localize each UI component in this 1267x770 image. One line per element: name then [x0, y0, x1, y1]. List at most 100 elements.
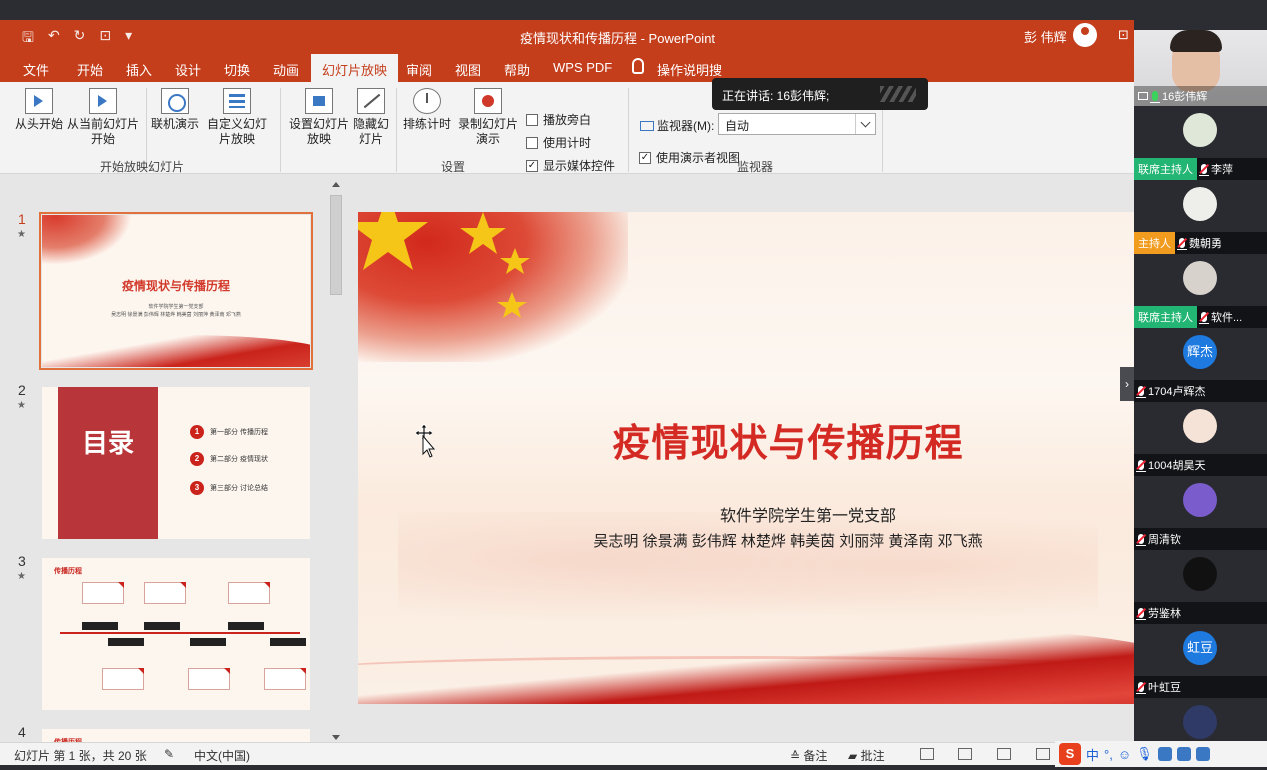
checkbox-box[interactable]: ✓ [526, 159, 538, 172]
emoji-icon[interactable]: ☺ [1118, 747, 1131, 762]
participant-video-hair [1170, 30, 1222, 52]
group-label-setup: 设置 [441, 160, 466, 174]
tell-me-search[interactable]: 操作说明搜 [657, 60, 722, 79]
chevron-down-icon[interactable] [855, 114, 875, 134]
checkbox-box[interactable]: ✓ [639, 151, 651, 164]
slide-sorter-icon[interactable] [958, 748, 972, 760]
scroll-down-icon[interactable] [332, 735, 340, 740]
tab-home[interactable]: 开始 [77, 60, 103, 79]
avatar [1183, 483, 1217, 517]
comments-button[interactable]: ▰ 批注 [848, 747, 885, 764]
tab-animations[interactable]: 动画 [273, 60, 299, 79]
participant-tile[interactable]: 1004胡昊天 [1134, 402, 1267, 476]
slide-number: 1 [18, 211, 26, 227]
participant-tile[interactable]: 16彭伟辉 [1134, 30, 1267, 106]
normal-view-icon[interactable] [920, 748, 934, 760]
ime-mode[interactable]: 中 [1086, 745, 1099, 764]
globe-icon [161, 88, 189, 114]
slide-title[interactable]: 疫情现状与传播历程 [588, 412, 988, 467]
collapse-sidebar-button[interactable]: › [1120, 367, 1134, 401]
scroll-up-icon[interactable] [332, 182, 340, 187]
reading-view-icon[interactable] [997, 748, 1011, 760]
keyboard-icon[interactable] [1157, 747, 1172, 761]
thumbnail-scrollbar[interactable] [328, 175, 344, 745]
skin-icon[interactable] [1176, 747, 1191, 761]
timeline-date [82, 622, 118, 630]
participant-tile[interactable]: 劳鉴林 [1134, 550, 1267, 624]
setup-icon [305, 88, 333, 114]
setup-slideshow-button[interactable]: 设置幻灯片放映 [288, 88, 350, 147]
spellcheck-icon[interactable]: ✎ [164, 747, 174, 761]
punct-mode[interactable]: °, [1104, 747, 1113, 762]
account-name[interactable]: 彭 伟辉 [1024, 27, 1067, 46]
account-avatar[interactable] [1073, 23, 1097, 47]
from-current-button[interactable]: 从当前幻灯片开始 [66, 88, 140, 147]
checkbox-box[interactable] [526, 113, 538, 126]
undo-icon[interactable]: ↶ [48, 27, 60, 51]
flag-graphic [42, 215, 132, 265]
customize-qat-icon[interactable]: ▾ [125, 27, 132, 51]
toc-title: 目录 [81, 428, 134, 458]
screen-share-icon [1138, 92, 1148, 100]
tab-file[interactable]: 文件 [23, 60, 49, 79]
tab-slideshow[interactable]: 幻灯片放映 [311, 54, 399, 82]
participant-bar: 16彭伟辉 [1134, 86, 1267, 106]
red-ribbon-graphic [358, 624, 1134, 704]
participant-tile[interactable]: 主持人 魏朝勇 [1134, 180, 1267, 254]
show-media-controls-checkbox[interactable]: ✓ 显示媒体控件 [526, 157, 615, 174]
record-slideshow-button[interactable]: 录制幻灯片演示 [454, 88, 522, 147]
tab-review[interactable]: 审阅 [406, 60, 432, 79]
timeline-box [144, 582, 186, 604]
participant-tile[interactable]: 辉杰 1704卢辉杰 [1134, 328, 1267, 402]
ribbon-display-icon[interactable]: ⊡ [1118, 27, 1129, 43]
save-icon[interactable]: 🖫 [22, 27, 34, 51]
tab-view[interactable]: 视图 [455, 60, 481, 79]
notes-button[interactable]: ≙ 备注 [790, 747, 827, 764]
language-indicator[interactable]: 中文(中国) [194, 747, 250, 764]
tab-help[interactable]: 帮助 [504, 60, 530, 79]
toolbox-icon[interactable] [1195, 747, 1210, 761]
tab-design[interactable]: 设计 [175, 60, 201, 79]
title-bar: 🖫 ↶ ↻ ⊡ ▾ 疫情现状和传播历程 - PowerPoint 彭 伟辉 ⊡ [0, 20, 1134, 52]
avatar: 辉杰 [1183, 335, 1217, 369]
participant-tile[interactable]: 联席主持人 软件... [1134, 254, 1267, 328]
audio-wave-icon [880, 86, 916, 102]
monitor-select[interactable]: 自动 [718, 113, 876, 135]
slide-authors[interactable]: 吴志明 徐景满 彭伟辉 林楚烨 韩美茵 刘丽萍 黄泽南 邓飞燕 [588, 530, 988, 551]
slide-canvas[interactable]: 疫情现状与传播历程 软件学院学生第一党支部 吴志明 徐景满 彭伟辉 林楚烨 韩美… [358, 212, 1134, 704]
redo-icon[interactable]: ↻ [74, 27, 86, 51]
scroll-thumb[interactable] [330, 195, 342, 295]
from-start-button[interactable]: 从头开始 [12, 88, 66, 132]
participant-tile[interactable]: 周清钦 [1134, 476, 1267, 550]
custom-slideshow-button[interactable]: 自定义幻灯片放映 [202, 88, 272, 147]
slide-thumbnail-1[interactable]: 疫情现状与传播历程 软件学院学生第一党支部 吴志明 徐景满 彭伟辉 林楚烨 韩美茵… [39, 212, 313, 370]
status-bar: 幻灯片 第 1 张，共 20 张 ✎ 中文(中国) ≙ 备注 ▰ 批注 [0, 742, 1134, 765]
participant-bar: 主持人 魏朝勇 [1134, 232, 1267, 254]
present-icon[interactable]: ⊡ [99, 27, 111, 51]
present-online-button[interactable]: 联机演示 [150, 88, 200, 132]
toc-item: 3 第三部分 讨论总结 [190, 481, 268, 495]
mic-muted-icon [1177, 238, 1187, 250]
presenter-view-checkbox[interactable]: ✓ 使用演示者视图 [639, 149, 740, 166]
checkbox-box[interactable] [526, 136, 538, 149]
slide-thumbnail-2[interactable]: 目录 1 第一部分 传播历程 2 第二部分 疫情现状 3 第三部分 讨论总结 [42, 387, 310, 539]
sogou-icon[interactable]: S [1059, 743, 1081, 765]
mic-muted-icon [1136, 682, 1146, 694]
play-narrations-checkbox[interactable]: 播放旁白 [526, 111, 591, 128]
tab-transitions[interactable]: 切换 [224, 60, 250, 79]
hide-slide-button[interactable]: 隐藏幻灯片 [352, 88, 390, 147]
ribbon: 从头开始 从当前幻灯片开始 联机演示 自定义幻灯片放映 开始放映幻灯片 设置幻灯… [0, 82, 1134, 174]
slide-subtitle[interactable]: 软件学院学生第一党支部 [688, 502, 928, 526]
monitor-icon [640, 121, 654, 131]
participant-tile[interactable]: 虹豆 叶虹豆 [1134, 624, 1267, 698]
tab-insert[interactable]: 插入 [126, 60, 152, 79]
microphone-icon[interactable]: 🎙 [1136, 746, 1153, 762]
slideshow-view-icon[interactable] [1036, 748, 1050, 760]
rehearse-timings-button[interactable]: 排练计时 [400, 88, 454, 132]
avatar [1183, 705, 1217, 739]
slide-thumbnail-3[interactable]: 传播历程 [42, 558, 310, 710]
participant-tile[interactable]: 联席主持人 李萍 [1134, 106, 1267, 180]
tab-wps-pdf[interactable]: WPS PDF [553, 60, 612, 75]
use-timings-checkbox[interactable]: 使用计时 [526, 134, 591, 151]
flag-stars [358, 212, 530, 318]
